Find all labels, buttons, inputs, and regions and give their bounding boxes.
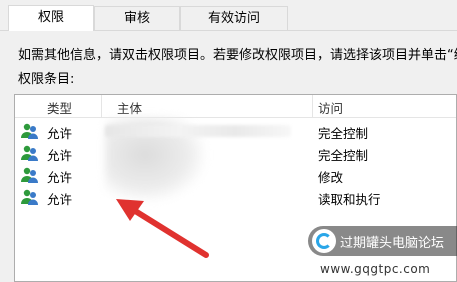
watermark-text: 过期罐头电脑论坛 (340, 236, 445, 251)
watermark-url: www.gqgtpc.com (320, 262, 431, 276)
row-subject-redacted (105, 125, 291, 137)
user-group-icon (21, 123, 38, 139)
table-row[interactable]: 允许 修改 (15, 165, 456, 185)
user-group-icon (21, 189, 38, 205)
row-access: 读取和执行 (318, 192, 381, 207)
table-row[interactable]: 允许 读取和执行 (15, 187, 456, 207)
list-header: 类型 主体 访问 (15, 95, 456, 118)
site-watermark: 过期罐头电脑论坛 (308, 226, 457, 256)
column-header-access[interactable]: 访问 (318, 98, 343, 117)
column-separator[interactable] (101, 95, 102, 117)
row-access: 修改 (318, 170, 344, 185)
column-header-subject[interactable]: 主体 (117, 98, 142, 117)
permission-entries-label: 权限条目: (18, 72, 75, 87)
user-group-icon (21, 167, 38, 183)
row-access: 完全控制 (318, 148, 369, 163)
column-header-type[interactable]: 类型 (47, 98, 72, 117)
table-row[interactable]: 允许 完全控制 (15, 143, 456, 163)
tab-bar: 权限 审核 有效访问 (0, 0, 457, 31)
tab-permissions[interactable]: 权限 (8, 5, 94, 31)
row-access: 完全控制 (318, 126, 369, 141)
info-text: 如需其他信息，请双击权限项目。若要修改权限项目，请选择该项目并单击“编 (18, 48, 457, 63)
user-group-icon (21, 145, 38, 161)
row-type: 允许 (47, 126, 73, 141)
table-row[interactable]: 允许 完全控制 (15, 121, 456, 141)
red-arrow-annotation (116, 199, 209, 258)
tab-auditing[interactable]: 审核 (94, 6, 180, 30)
tab-effective-access[interactable]: 有效访问 (180, 6, 288, 30)
row-type: 允许 (47, 170, 73, 185)
row-type: 允许 (47, 192, 73, 207)
site-logo-icon (312, 229, 336, 253)
row-type: 允许 (47, 148, 73, 163)
column-separator[interactable] (312, 95, 313, 117)
